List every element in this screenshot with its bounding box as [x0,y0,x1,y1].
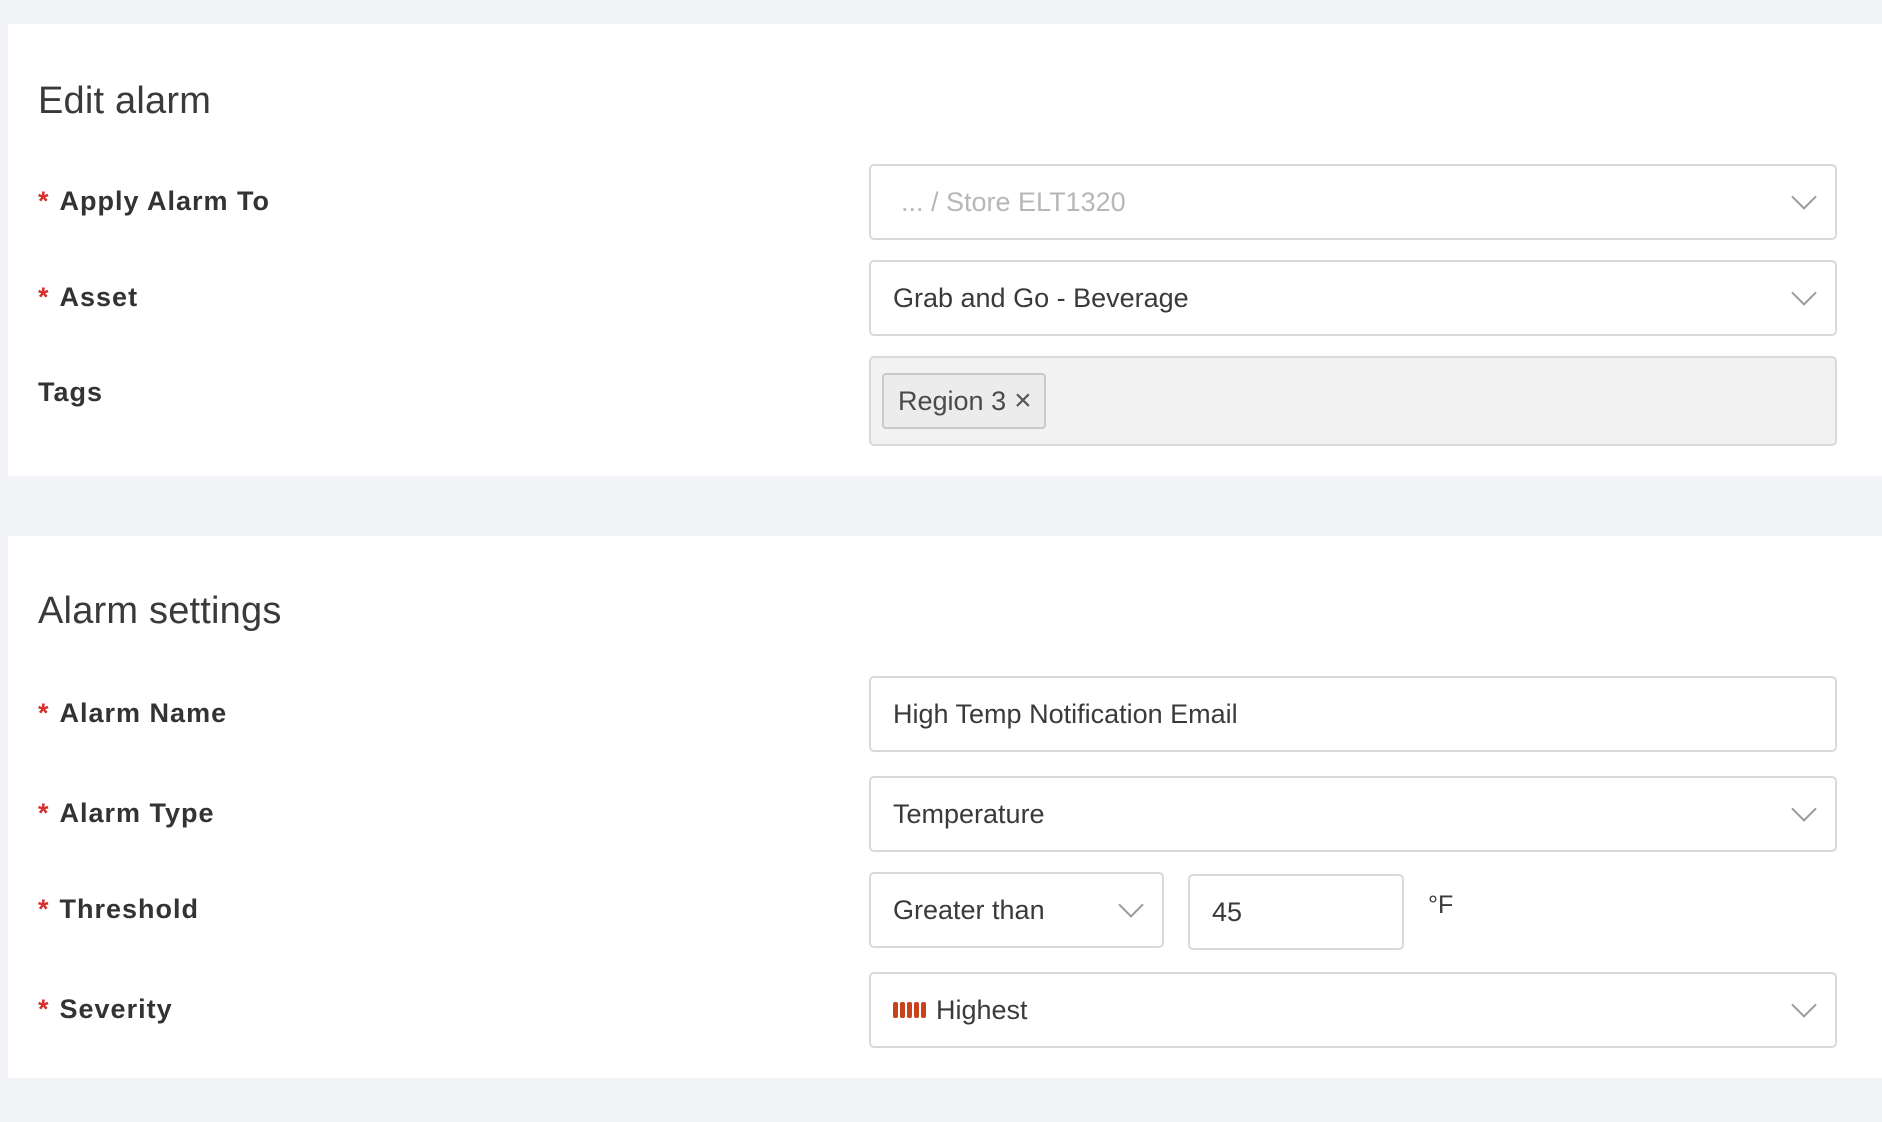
edit-alarm-title: Edit alarm [38,80,212,122]
alarm-type-value: Temperature [893,798,1045,829]
required-marker: * [38,186,50,216]
threshold-label: * Threshold [38,894,200,924]
asset-label: * Asset [38,282,139,312]
severity-label: * Severity [38,994,173,1024]
chevron-down-icon [1791,184,1817,210]
alarm-name-label: * Alarm Name [38,698,228,728]
chevron-down-icon [1791,992,1817,1018]
chevron-down-icon [1791,280,1817,306]
threshold-unit: °F [1428,891,1454,919]
close-icon[interactable]: × [1014,386,1032,416]
tags-input[interactable]: Region 3 × [869,356,1837,446]
required-marker: * [38,798,50,828]
severity-value: Highest [936,994,1028,1025]
tag-chip: Region 3 × [882,373,1046,429]
alarm-name-value: High Temp Notification Email [893,698,1238,729]
tags-label: Tags [38,377,104,407]
asset-select[interactable]: Grab and Go - Beverage [869,260,1837,336]
apply-alarm-to-placeholder: ... / Store ELT1320 [901,186,1126,217]
required-marker: * [38,994,50,1024]
asset-value: Grab and Go - Beverage [893,282,1189,313]
threshold-operator-value: Greater than [893,894,1045,925]
alarm-type-select[interactable]: Temperature [869,776,1837,852]
chevron-down-icon [1118,892,1144,918]
severity-select[interactable]: Highest [869,972,1837,1048]
threshold-value: 45 [1212,896,1243,927]
severity-bars-icon [893,1002,926,1018]
required-marker: * [38,282,50,312]
chevron-down-icon [1791,796,1817,822]
apply-alarm-to-select[interactable]: ... / Store ELT1320 [869,164,1837,240]
alarm-type-label: * Alarm Type [38,798,215,828]
threshold-value-input[interactable]: 45 [1188,874,1404,950]
required-marker: * [38,894,50,924]
alarm-name-input[interactable]: High Temp Notification Email [869,676,1837,752]
alarm-settings-title: Alarm settings [38,590,282,632]
edit-alarm-card: Edit alarm * Apply Alarm To ... / Store E… [8,24,1882,476]
required-marker: * [38,698,50,728]
alarm-settings-card: Alarm settings * Alarm Name High Temp Not… [8,536,1882,1078]
tag-chip-label: Region 3 [898,385,1007,416]
apply-alarm-to-label: * Apply Alarm To [38,186,271,216]
threshold-operator-select[interactable]: Greater than [869,872,1164,948]
